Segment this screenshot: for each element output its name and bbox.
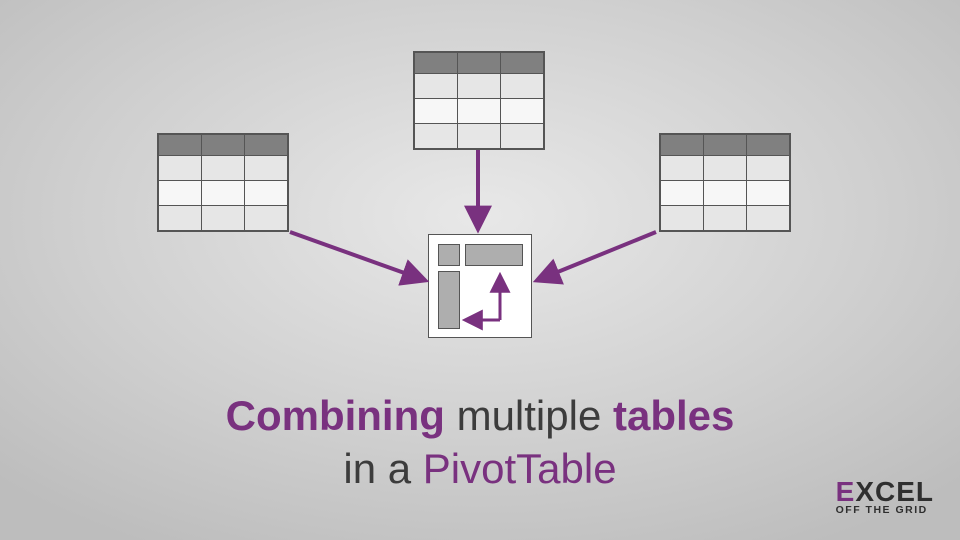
logo-sub: OFF THE GRID bbox=[836, 506, 934, 514]
headline-word-ina: in a bbox=[343, 445, 411, 492]
logo-e: E bbox=[836, 481, 856, 503]
headline-word-tables: tables bbox=[613, 392, 734, 439]
pivot-block-rows bbox=[438, 271, 460, 329]
pivot-block-corner bbox=[438, 244, 460, 266]
logo-xcel: XCEL bbox=[855, 481, 934, 503]
source-table-left bbox=[158, 134, 288, 231]
headline: Combining multiple tables in a PivotTabl… bbox=[0, 390, 960, 495]
headline-word-combining: Combining bbox=[226, 392, 445, 439]
headline-word-pivottable: PivotTable bbox=[423, 445, 617, 492]
source-table-middle bbox=[414, 52, 544, 149]
slide-canvas: Combining multiple tables in a PivotTabl… bbox=[0, 0, 960, 540]
arrow-right-to-pivot bbox=[538, 232, 656, 280]
arrow-left-to-pivot bbox=[290, 232, 424, 280]
brand-logo: E XCEL OFF THE GRID bbox=[836, 481, 934, 514]
pivot-table-icon bbox=[428, 234, 532, 338]
headline-word-multiple: multiple bbox=[457, 392, 602, 439]
pivot-block-columns bbox=[465, 244, 523, 266]
source-table-right bbox=[660, 134, 790, 231]
